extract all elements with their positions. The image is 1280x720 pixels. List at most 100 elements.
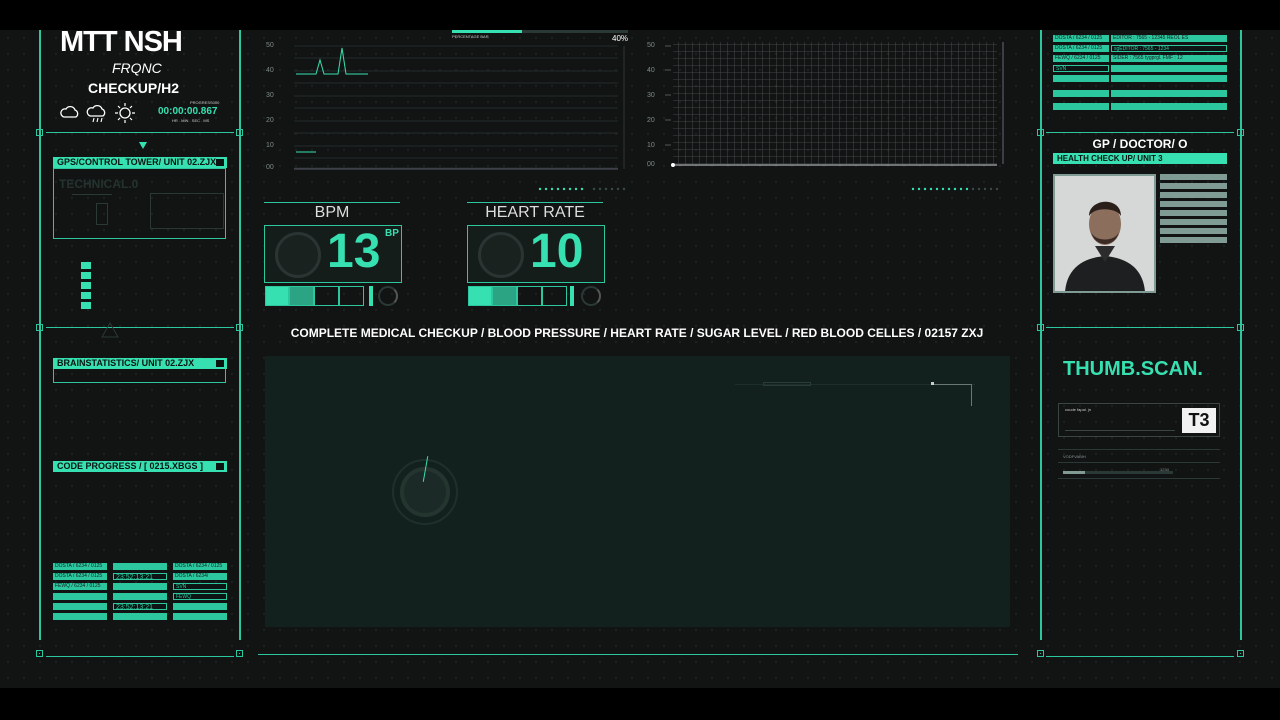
triangle-icon xyxy=(101,322,119,338)
code-progress-label: CODE PROGRESS / [ 0215.XBGS ] xyxy=(53,461,227,472)
bpm-segment xyxy=(314,286,339,306)
frame-node xyxy=(236,324,243,331)
frame-node xyxy=(236,129,243,136)
table-cell: DOSTA / 6234/ xyxy=(173,573,227,580)
doctor-title: GP / DOCTOR/ O xyxy=(1092,137,1188,151)
doctor-avatar xyxy=(1053,174,1156,293)
bpm-value-box: 13 BP xyxy=(264,225,402,283)
percentage-bar-fill xyxy=(452,30,522,33)
heart-rate-segment xyxy=(542,286,567,306)
table-cell xyxy=(53,603,107,610)
grid-pager-dots xyxy=(911,178,1011,196)
table-cell: FEWQ / 6234 / 0125 xyxy=(1053,55,1109,62)
table-cell: SVN xyxy=(1053,65,1109,72)
frame-line xyxy=(239,30,241,640)
y-tick: 30 xyxy=(647,92,655,99)
y-tick: 40 xyxy=(266,67,274,74)
table-cell xyxy=(113,563,167,570)
frame-line xyxy=(46,132,234,133)
grid-chart-canvas xyxy=(665,42,1004,167)
frame-line xyxy=(46,656,234,657)
y-tick: 30 xyxy=(266,92,274,99)
heart-rate-segment xyxy=(468,286,492,306)
y-tick: 00 xyxy=(266,164,274,171)
ecg-grid xyxy=(294,45,625,170)
table-cell: DOSTA / 6234 / 0125 xyxy=(1053,35,1109,42)
table-cell xyxy=(53,613,107,620)
table-cell xyxy=(113,613,167,620)
frame-line xyxy=(1240,30,1242,640)
y-tick: 20 xyxy=(647,117,655,124)
table-cell: DOSTA / 6234 / 0125 xyxy=(53,573,107,580)
app-subtitle: FRQNC xyxy=(112,60,162,76)
thumb-field-label: VODFVABIH xyxy=(1063,454,1086,459)
frame-node xyxy=(1237,650,1244,657)
heart-rate-segment xyxy=(517,286,542,306)
control-box xyxy=(150,193,224,229)
y-tick: 50 xyxy=(647,42,655,49)
frame-line xyxy=(1046,656,1234,657)
frame-line xyxy=(39,30,41,640)
thumb-scan-box[interactable]: coude fapal. jn T3 xyxy=(1058,403,1220,437)
table-cell: DOSTA / 6234 / 0125 xyxy=(173,563,227,570)
heart-rate-segment xyxy=(492,286,517,306)
checkup-label: CHECKUP/H2 xyxy=(88,80,180,96)
frame-line xyxy=(1046,132,1234,133)
thumb-scan-progress xyxy=(1063,471,1173,474)
y-tick: 20 xyxy=(266,117,274,124)
table-cell xyxy=(1053,90,1109,97)
heart-rate-card: HEART RATE 10 xyxy=(467,202,607,310)
table-cell xyxy=(113,583,167,590)
pager-dots xyxy=(538,178,626,191)
ecg-chart: 50 40 30 20 10 00 xyxy=(262,38,632,191)
frame-node xyxy=(36,129,43,136)
level-meter xyxy=(81,262,91,312)
frame-node xyxy=(1037,650,1044,657)
table-cell xyxy=(53,593,107,600)
frame-node xyxy=(1237,129,1244,136)
table-cell xyxy=(113,593,167,600)
table-cell: SVN xyxy=(173,583,227,590)
timer-display: 00:00:00.867 xyxy=(158,106,218,117)
y-tick: 40 xyxy=(647,67,655,74)
frame-node xyxy=(36,650,43,657)
table-cell: DOSTA / 6234 / 0125 xyxy=(1053,45,1109,52)
frame-line xyxy=(46,327,234,328)
brain-statistics-label: BRAINSTATISTICS/ UNIT 02.ZJX xyxy=(53,358,227,369)
doctor-info-stripes xyxy=(1160,174,1227,249)
thumb-scan-progress-fill xyxy=(1063,471,1085,474)
table-cell: EDITOR : 7565 - 12345 REOL ES xyxy=(1111,35,1227,42)
health-checkup-label: HEALTH CHECK UP/ UNIT 3 xyxy=(1053,153,1227,164)
heart-rate-title: HEART RATE xyxy=(485,204,585,221)
table-cell xyxy=(1053,103,1109,110)
device-icon xyxy=(96,203,108,225)
percentage-bar xyxy=(452,30,628,33)
heart-rate-value: 10 xyxy=(530,225,584,278)
bpm-spinner xyxy=(378,286,398,306)
hud-stage: MTT NSH FRQNC CHECKUP/H2 PROGRESS000 00:… xyxy=(0,30,1280,688)
left-data-table: DOSTA / 6234 / 0125 DOSTA / 6234 / 0125 … xyxy=(53,563,227,633)
frame-node xyxy=(1037,129,1044,136)
sun-icon xyxy=(115,103,135,123)
thumb-caption: coude fapal. jn xyxy=(1065,407,1092,412)
heart-rate-value-box: 10 xyxy=(467,225,605,283)
thumb-small-value: 1234 xyxy=(1160,467,1169,472)
cloud-icon xyxy=(60,105,79,118)
timer-head: PROGRESS000 xyxy=(190,100,220,105)
table-cell xyxy=(1111,65,1227,72)
app-title: MTT NSH xyxy=(60,30,183,58)
bpm-value: 13 xyxy=(327,225,381,278)
table-cell xyxy=(1053,75,1109,82)
avatar-portrait xyxy=(1055,176,1154,291)
bpm-segment xyxy=(265,286,289,306)
bpm-unit: BP xyxy=(385,228,399,239)
bpm-segment xyxy=(289,286,314,306)
gps-panel: TECHNICAL.0 xyxy=(53,168,226,239)
main-viewport xyxy=(265,356,1010,627)
timer-units: HR . MIN . SEC . MS xyxy=(172,118,210,123)
frame-line xyxy=(1040,30,1042,640)
table-cell: FEWQ / 6234 / 0125 xyxy=(53,583,107,590)
gps-label: GPS/CONTROL TOWER/ UNIT 02.ZJX xyxy=(53,157,227,168)
technical-label: TECHNICAL.0 xyxy=(59,177,139,191)
frame-node xyxy=(236,650,243,657)
